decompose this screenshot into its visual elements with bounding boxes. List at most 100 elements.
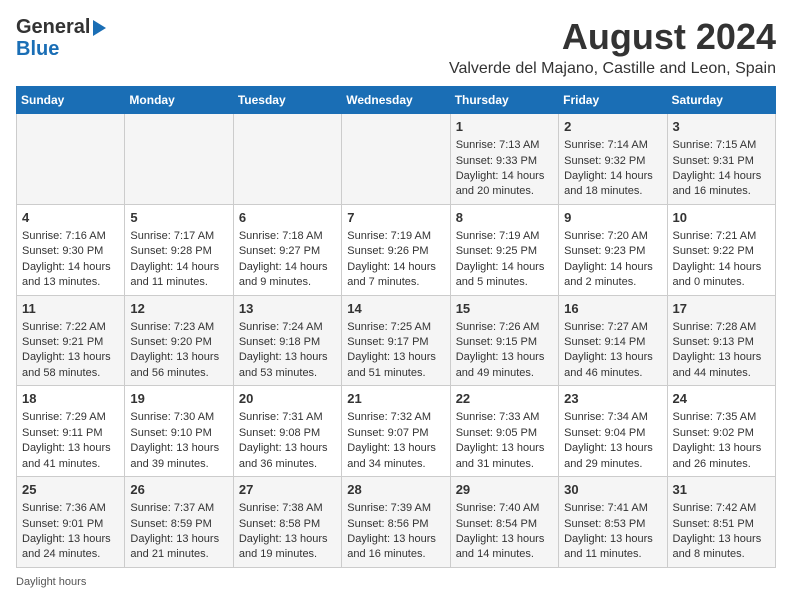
day-number: 25	[22, 481, 119, 499]
calendar-table: SundayMondayTuesdayWednesdayThursdayFrid…	[16, 86, 776, 568]
calendar-cell: 30Sunrise: 7:41 AM Sunset: 8:53 PM Dayli…	[559, 477, 667, 568]
dow-wednesday: Wednesday	[342, 87, 450, 114]
dow-thursday: Thursday	[450, 87, 558, 114]
day-info: Sunrise: 7:15 AM Sunset: 9:31 PM Dayligh…	[673, 138, 770, 200]
calendar-cell: 12Sunrise: 7:23 AM Sunset: 9:20 PM Dayli…	[125, 295, 233, 386]
day-info: Sunrise: 7:28 AM Sunset: 9:13 PM Dayligh…	[673, 320, 770, 382]
day-number: 8	[456, 209, 553, 227]
day-info: Sunrise: 7:42 AM Sunset: 8:51 PM Dayligh…	[673, 501, 770, 563]
week-row-5: 25 Sunrise: 7:36 AM Sunset: 9:01 PM Dayli…	[17, 477, 776, 568]
day-number: 7	[347, 209, 444, 227]
logo: General Blue	[16, 16, 106, 60]
day-number: 10	[673, 209, 770, 227]
calendar-cell: 4 Sunrise: 7:16 AM Sunset: 9:30 PM Daylig…	[17, 204, 125, 295]
day-info: Sunrise: 7:36 AM Sunset: 9:01 PM Dayligh…	[22, 501, 119, 563]
calendar-cell: 17 Sunrise: 7:28 AM Sunset: 9:13 PM Dayli…	[667, 295, 775, 386]
calendar-cell: 20 Sunrise: 7:31 AM Sunset: 9:08 PM Dayli…	[233, 386, 341, 477]
dow-monday: Monday	[125, 87, 233, 114]
day-number: 13	[239, 300, 336, 318]
calendar-cell: 29 Sunrise: 7:40 AM Sunset: 8:54 PM Dayli…	[450, 477, 558, 568]
calendar-cell	[342, 114, 450, 205]
week-row-4: 18 Sunrise: 7:29 AM Sunset: 9:11 PM Dayli…	[17, 386, 776, 477]
day-info: Sunrise: 7:30 AM Sunset: 9:10 PM Dayligh…	[130, 410, 227, 472]
day-info: Sunrise: 7:17 AM Sunset: 9:28 PM Dayligh…	[130, 229, 227, 291]
calendar-cell: 23 Sunrise: 7:34 AM Sunset: 9:04 PM Dayli…	[559, 386, 667, 477]
day-number: 9	[564, 209, 661, 227]
day-number: 12	[130, 300, 227, 318]
calendar-cell: 9 Sunrise: 7:20 AM Sunset: 9:23 PM Daylig…	[559, 204, 667, 295]
day-number: 23	[564, 390, 661, 408]
day-info: Sunrise: 7:25 AM Sunset: 9:17 PM Dayligh…	[347, 320, 444, 382]
day-number: 28	[347, 481, 444, 499]
calendar-cell: 11 Sunrise: 7:22 AM Sunset: 9:21 PM Dayli…	[17, 295, 125, 386]
day-info: Sunrise: 7:14 AM Sunset: 9:32 PM Dayligh…	[564, 138, 661, 200]
day-info: Sunrise: 7:21 AM Sunset: 9:22 PM Dayligh…	[673, 229, 770, 291]
day-number: 17	[673, 300, 770, 318]
calendar-cell: 18 Sunrise: 7:29 AM Sunset: 9:11 PM Dayli…	[17, 386, 125, 477]
day-number: 4	[22, 209, 119, 227]
calendar-cell: 1 Sunrise: 7:13 AM Sunset: 9:33 PM Daylig…	[450, 114, 558, 205]
calendar-cell: 15Sunrise: 7:26 AM Sunset: 9:15 PM Dayli…	[450, 295, 558, 386]
day-info: Sunrise: 7:20 AM Sunset: 9:23 PM Dayligh…	[564, 229, 661, 291]
day-number: 11	[22, 300, 119, 318]
calendar-cell: 22 Sunrise: 7:33 AM Sunset: 9:05 PM Dayli…	[450, 386, 558, 477]
day-info: Sunrise: 7:39 AM Sunset: 8:56 PM Dayligh…	[347, 501, 444, 563]
day-number: 5	[130, 209, 227, 227]
day-info: Sunrise: 7:31 AM Sunset: 9:08 PM Dayligh…	[239, 410, 336, 472]
day-info: Sunrise: 7:18 AM Sunset: 9:27 PM Dayligh…	[239, 229, 336, 291]
calendar-cell: 31 Sunrise: 7:42 AM Sunset: 8:51 PM Dayli…	[667, 477, 775, 568]
day-number: 3	[673, 118, 770, 136]
dow-sunday: Sunday	[17, 87, 125, 114]
day-number: 22	[456, 390, 553, 408]
calendar-cell: 19Sunrise: 7:30 AM Sunset: 9:10 PM Dayli…	[125, 386, 233, 477]
footer-note: Daylight hours	[16, 576, 776, 588]
day-info: Sunrise: 7:19 AM Sunset: 9:25 PM Dayligh…	[456, 229, 553, 291]
calendar-cell: 28 Sunrise: 7:39 AM Sunset: 8:56 PM Dayli…	[342, 477, 450, 568]
day-info: Sunrise: 7:38 AM Sunset: 8:58 PM Dayligh…	[239, 501, 336, 563]
week-row-3: 11 Sunrise: 7:22 AM Sunset: 9:21 PM Dayli…	[17, 295, 776, 386]
month-title: August 2024	[449, 16, 776, 58]
day-info: Sunrise: 7:40 AM Sunset: 8:54 PM Dayligh…	[456, 501, 553, 563]
day-number: 18	[22, 390, 119, 408]
day-info: Sunrise: 7:32 AM Sunset: 9:07 PM Dayligh…	[347, 410, 444, 472]
dow-tuesday: Tuesday	[233, 87, 341, 114]
day-number: 30	[564, 481, 661, 499]
page-header: General Blue August 2024 Valverde del Ma…	[16, 16, 776, 78]
day-number: 26	[130, 481, 227, 499]
logo-blue: Blue	[16, 38, 106, 60]
logo-general: General	[16, 16, 90, 38]
calendar-cell: 14 Sunrise: 7:25 AM Sunset: 9:17 PM Dayli…	[342, 295, 450, 386]
day-number: 14	[347, 300, 444, 318]
day-info: Sunrise: 7:16 AM Sunset: 9:30 PM Dayligh…	[22, 229, 119, 291]
day-info: Sunrise: 7:35 AM Sunset: 9:02 PM Dayligh…	[673, 410, 770, 472]
day-info: Sunrise: 7:34 AM Sunset: 9:04 PM Dayligh…	[564, 410, 661, 472]
calendar-cell: 2 Sunrise: 7:14 AM Sunset: 9:32 PM Daylig…	[559, 114, 667, 205]
calendar-cell: 26 Sunrise: 7:37 AM Sunset: 8:59 PM Dayli…	[125, 477, 233, 568]
day-number: 6	[239, 209, 336, 227]
day-number: 16	[564, 300, 661, 318]
day-number: 2	[564, 118, 661, 136]
day-info: Sunrise: 7:33 AM Sunset: 9:05 PM Dayligh…	[456, 410, 553, 472]
calendar-cell: 25 Sunrise: 7:36 AM Sunset: 9:01 PM Dayli…	[17, 477, 125, 568]
day-number: 31	[673, 481, 770, 499]
week-row-1: 1 Sunrise: 7:13 AM Sunset: 9:33 PM Daylig…	[17, 114, 776, 205]
title-section: August 2024 Valverde del Majano, Castill…	[449, 16, 776, 78]
calendar-cell: 27Sunrise: 7:38 AM Sunset: 8:58 PM Dayli…	[233, 477, 341, 568]
dow-saturday: Saturday	[667, 87, 775, 114]
day-info: Sunrise: 7:22 AM Sunset: 9:21 PM Dayligh…	[22, 320, 119, 382]
calendar-cell: 16Sunrise: 7:27 AM Sunset: 9:14 PM Dayli…	[559, 295, 667, 386]
calendar-cell: 24Sunrise: 7:35 AM Sunset: 9:02 PM Dayli…	[667, 386, 775, 477]
day-info: Sunrise: 7:24 AM Sunset: 9:18 PM Dayligh…	[239, 320, 336, 382]
location-subtitle: Valverde del Majano, Castille and Leon, …	[449, 60, 776, 78]
calendar-cell: 21Sunrise: 7:32 AM Sunset: 9:07 PM Dayli…	[342, 386, 450, 477]
calendar-cell: 13 Sunrise: 7:24 AM Sunset: 9:18 PM Dayli…	[233, 295, 341, 386]
day-number: 29	[456, 481, 553, 499]
calendar-cell	[125, 114, 233, 205]
day-number: 1	[456, 118, 553, 136]
day-info: Sunrise: 7:37 AM Sunset: 8:59 PM Dayligh…	[130, 501, 227, 563]
day-number: 20	[239, 390, 336, 408]
day-info: Sunrise: 7:29 AM Sunset: 9:11 PM Dayligh…	[22, 410, 119, 472]
day-info: Sunrise: 7:13 AM Sunset: 9:33 PM Dayligh…	[456, 138, 553, 200]
calendar-cell: 5 Sunrise: 7:17 AM Sunset: 9:28 PM Daylig…	[125, 204, 233, 295]
calendar-cell: 10 Sunrise: 7:21 AM Sunset: 9:22 PM Dayli…	[667, 204, 775, 295]
